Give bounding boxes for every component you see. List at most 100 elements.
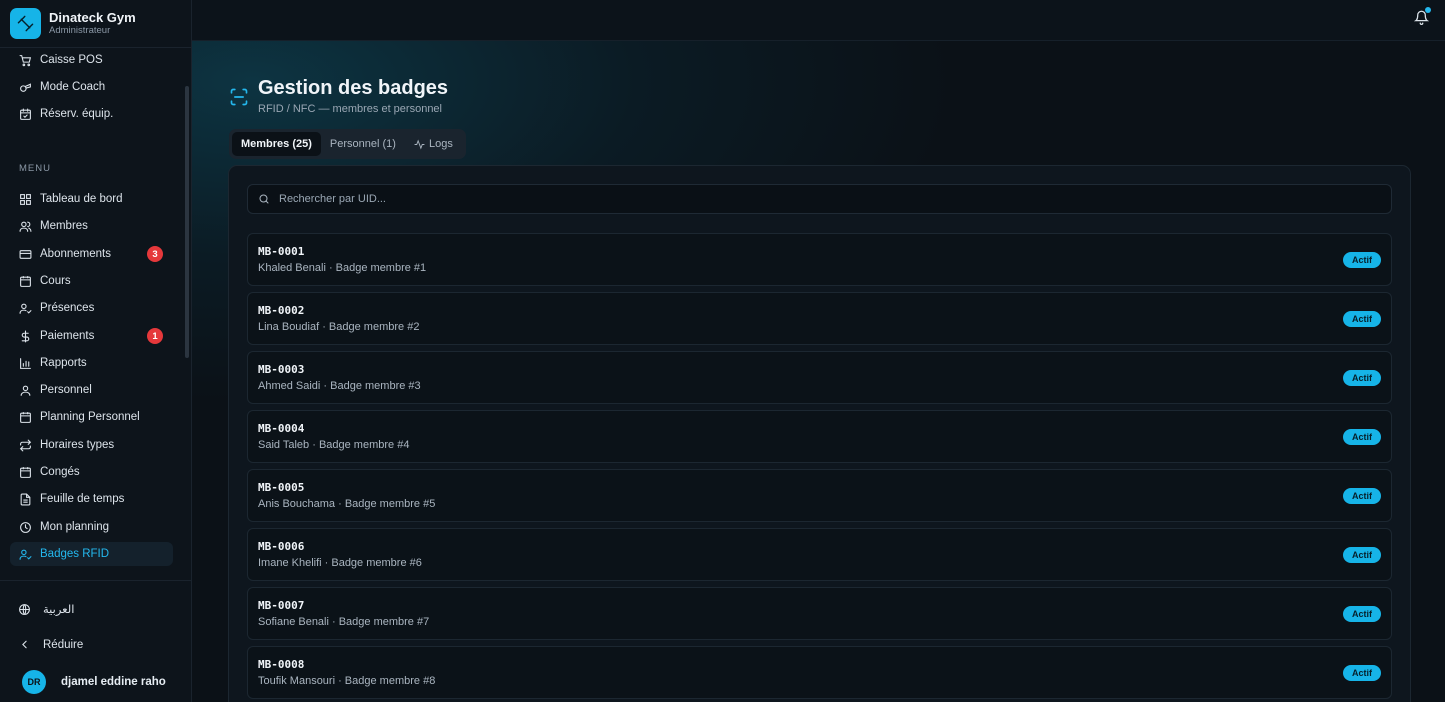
sidebar-item-label: Membres [40, 220, 88, 232]
notification-badge: 3 [147, 246, 163, 262]
brand-name: Dinateck Gym [49, 10, 136, 25]
collapse-sidebar-button[interactable]: Réduire [18, 638, 83, 651]
sidebar-item-horaires-types[interactable]: Horaires types [10, 433, 173, 457]
sidebar-scrollbar[interactable] [185, 86, 189, 358]
clock-icon [20, 521, 31, 533]
sidebar-item-label: Mon planning [40, 521, 110, 533]
tab-label: Personnel (1) [329, 138, 396, 150]
sidebar-item-conges[interactable]: Congés [10, 460, 173, 484]
list-item[interactable]: MB-0003 Ahmed Saidi · Badge membre #3 Ac… [247, 351, 1392, 404]
status-badge: Actif [1343, 547, 1381, 563]
sidebar-item-label: Badges RFID [40, 548, 110, 560]
sidebar-item-abonnements[interactable]: Abonnements 3 [10, 242, 173, 266]
list-item[interactable]: MB-0002 Lina Boudiaf · Badge membre #2 A… [247, 292, 1392, 345]
sidebar-item-personnel[interactable]: Personnel [10, 378, 173, 402]
sidebar-item-mode-coach[interactable]: Mode Coach [10, 75, 173, 99]
dashboard-icon [20, 193, 31, 205]
tab-membres[interactable]: Membres (25) [232, 132, 321, 156]
sidebar-item-reserv-equip[interactable]: Réserv. équip. [10, 102, 173, 126]
status-badge: Actif [1343, 311, 1381, 327]
sidebar-item-label: Cours [40, 275, 71, 287]
sidebar-item-label: Abonnements [40, 248, 111, 260]
sidebar-item-planning-personnel[interactable]: Planning Personnel [10, 405, 173, 429]
sidebar-item-label: Présences [40, 302, 95, 314]
sidebar-item-label: Personnel [40, 384, 92, 396]
sidebar-item-label: Feuille de temps [40, 493, 125, 505]
search-icon [259, 194, 269, 204]
search-input[interactable] [279, 193, 1279, 205]
sidebar-item-label: Rapports [40, 357, 87, 369]
user-profile[interactable]: DR djamel eddine raho [22, 670, 166, 694]
sidebar-item-label: Congés [40, 466, 80, 478]
brand[interactable]: Dinateck Gym Administrateur [0, 0, 191, 48]
status-badge: Actif [1343, 606, 1381, 622]
badge-owner: Toufik Mansouri · Badge membre #8 [258, 675, 436, 687]
sidebar-nav[interactable]: Caisse POS Mode Coach Réserv. équip. MEN… [0, 48, 192, 579]
sidebar-item-paiements[interactable]: Paiements 1 [10, 324, 173, 348]
list-item[interactable]: MB-0005 Anis Bouchama · Badge membre #5 … [247, 469, 1392, 522]
dollar-icon [21, 330, 30, 342]
badge-uid: MB-0007 [258, 599, 305, 612]
brand-role: Administrateur [49, 25, 111, 36]
page-title: Gestion des badges [258, 77, 449, 99]
badge-owner: Ahmed Saidi · Badge membre #3 [258, 380, 421, 392]
whistle-icon [20, 82, 31, 92]
sidebar-footer: العربية Réduire DR djamel eddine raho [0, 580, 192, 702]
badges-panel: MB-0001 Khaled Benali · Badge membre #1 … [228, 165, 1411, 702]
repeat-icon [19, 439, 32, 451]
sidebar-item-membres[interactable]: Membres [10, 214, 173, 238]
badge-owner: Sofiane Benali · Badge membre #7 [258, 616, 430, 628]
tab-bar: Membres (25) Personnel (1) Logs [229, 129, 466, 159]
badge-owner: Khaled Benali · Badge membre #1 [258, 262, 427, 274]
notification-badge: 1 [147, 328, 163, 344]
sidebar-item-mon-planning[interactable]: Mon planning [10, 515, 173, 539]
badge-list: MB-0001 Khaled Benali · Badge membre #1 … [247, 233, 1392, 702]
users-icon [19, 221, 32, 232]
language-label: العربية [43, 604, 75, 616]
sidebar-item-label: Tableau de bord [40, 193, 123, 205]
sidebar-item-feuille-de-temps[interactable]: Feuille de temps [10, 487, 173, 511]
topbar [192, 0, 1445, 41]
sidebar-item-badges-rfid[interactable]: Badges RFID [10, 542, 173, 566]
main-content: Gestion des badges RFID / NFC — membres … [192, 41, 1445, 702]
sidebar-item-cours[interactable]: Cours [10, 269, 173, 293]
tab-label: Logs [428, 138, 453, 150]
sidebar-item-label: Caisse POS [40, 54, 103, 66]
dumbbell-logo-icon [10, 8, 41, 39]
status-badge: Actif [1343, 488, 1381, 504]
notification-dot [1425, 7, 1431, 13]
status-badge: Actif [1343, 665, 1381, 681]
sidebar-item-rapports[interactable]: Rapports [10, 351, 173, 375]
badge-uid: MB-0005 [258, 481, 305, 494]
search-box[interactable] [247, 184, 1392, 214]
list-item[interactable]: MB-0007 Sofiane Benali · Badge membre #7… [247, 587, 1392, 640]
calendar-icon [20, 411, 31, 423]
list-item[interactable]: MB-0004 Said Taleb · Badge membre #4 Act… [247, 410, 1392, 463]
badge-uid: MB-0002 [258, 304, 305, 317]
list-item[interactable]: MB-0001 Khaled Benali · Badge membre #1 … [247, 233, 1392, 286]
list-item[interactable]: MB-0006 Imane Khelifi · Badge membre #6 … [247, 528, 1392, 581]
sidebar-item-label: Réserv. équip. [40, 108, 114, 120]
user-badge-icon [19, 549, 32, 560]
badge-owner: Lina Boudiaf · Badge membre #2 [258, 321, 420, 333]
chevron-left-icon [22, 640, 27, 649]
badge-uid: MB-0004 [258, 422, 305, 435]
list-item[interactable]: MB-0008 Toufik Mansouri · Badge membre #… [247, 646, 1392, 699]
file-icon [20, 493, 31, 505]
calendar-check-icon [20, 108, 31, 120]
sidebar-item-label: Paiements [40, 330, 95, 342]
sidebar-item-caisse-pos[interactable]: Caisse POS [10, 48, 173, 72]
menu-heading: MENU [19, 163, 51, 174]
avatar: DR [22, 670, 46, 694]
sidebar-item-label: Planning Personnel [40, 411, 140, 423]
sidebar-item-presences[interactable]: Présences [10, 296, 173, 320]
tab-logs[interactable]: Logs [405, 132, 462, 156]
tab-personnel[interactable]: Personnel (1) [321, 132, 405, 156]
sidebar-item-tableau-de-bord[interactable]: Tableau de bord [10, 187, 173, 211]
badge-uid: MB-0006 [258, 540, 305, 553]
language-switcher[interactable]: العربية [18, 602, 74, 616]
badge-owner: Imane Khelifi · Badge membre #6 [258, 557, 422, 569]
tab-label: Membres (25) [241, 138, 312, 150]
user-name: djamel eddine raho [61, 676, 166, 688]
sidebar: Dinateck Gym Administrateur Caisse POS M… [0, 0, 192, 702]
